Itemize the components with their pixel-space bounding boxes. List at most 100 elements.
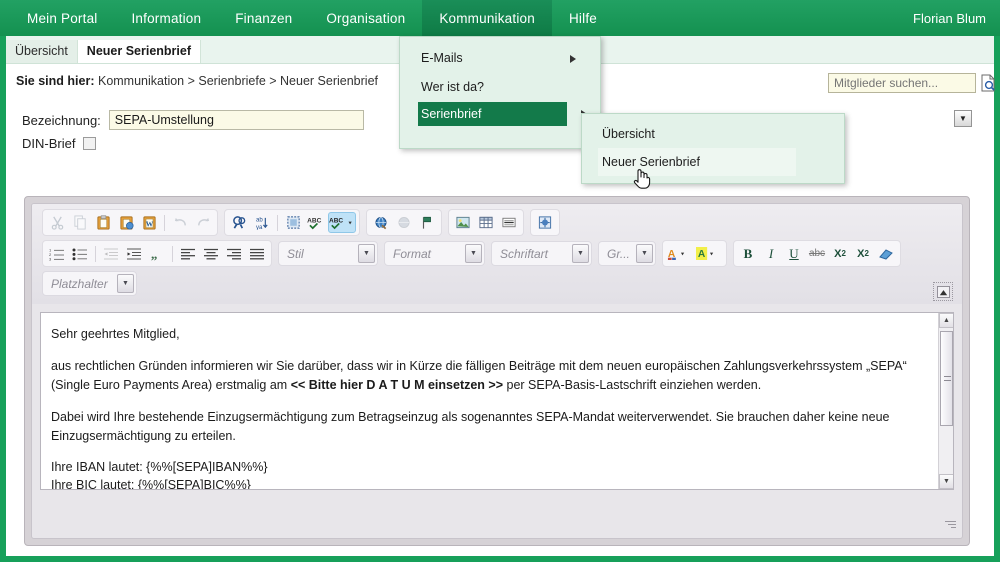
decrease-indent-icon[interactable] — [100, 243, 122, 264]
chevron-down-icon[interactable]: ▼ — [572, 244, 589, 263]
scroll-up-button[interactable]: ▲ — [939, 313, 953, 328]
spellcheck-icon[interactable]: ABC — [328, 212, 356, 233]
search-page-icon[interactable] — [980, 74, 996, 92]
menu-item-e-mails[interactable]: E-Mails — [400, 44, 600, 73]
nav-item-finanzen[interactable]: Finanzen — [218, 0, 309, 36]
align-left-icon[interactable] — [177, 243, 199, 264]
anchor-icon[interactable] — [416, 212, 438, 233]
chevron-down-icon[interactable]: ▼ — [358, 244, 375, 263]
special-character-icon[interactable] — [534, 212, 556, 233]
nav-item-information[interactable]: Information — [114, 0, 218, 36]
placeholder-select[interactable]: Platzhalter ▼ — [42, 271, 137, 296]
remove-format-icon[interactable]: ABC — [305, 212, 327, 233]
underline-icon[interactable]: U — [783, 243, 805, 264]
din-brief-checkbox[interactable] — [83, 137, 97, 150]
align-justify-icon[interactable] — [246, 243, 268, 264]
breadcrumb-path[interactable]: Kommunikation > Serienbriefe > Neuer Ser… — [98, 74, 378, 88]
numbered-list-icon[interactable]: 123 — [46, 243, 68, 264]
format-select[interactable]: Format ▼ — [384, 241, 485, 266]
menu-item-e-mails-label: E-Mails — [421, 51, 463, 65]
intro-date-placeholder: << Bitte hier D A T U M einsetzen >> — [290, 378, 504, 392]
chevron-down-icon[interactable]: ▼ — [117, 274, 134, 293]
tab-neuer-serienbrief[interactable]: Neuer Serienbrief — [77, 40, 202, 63]
chevron-down-icon[interactable]: ▼ — [465, 244, 482, 263]
blockquote-icon[interactable]: „ — [146, 243, 168, 264]
paste-from-word-icon[interactable]: W — [138, 212, 160, 233]
nav-item-kommunikation[interactable]: Kommunikation — [422, 0, 552, 36]
editor-vertical-scrollbar[interactable]: ▲ ▼ — [938, 313, 953, 489]
link-icon[interactable] — [370, 212, 392, 233]
editor-content-area[interactable]: Sehr geehrtes Mitglied, aus rechtlichen … — [40, 312, 954, 490]
document-canvas[interactable]: Sehr geehrtes Mitglied, aus rechtlichen … — [41, 313, 938, 489]
menu-item-wer-ist-da[interactable]: Wer ist da? — [400, 73, 600, 102]
menu-item-serienbrief[interactable]: Serienbrief — [418, 102, 587, 126]
subscript-icon[interactable]: X2 — [829, 243, 851, 264]
find-icon[interactable] — [228, 212, 250, 233]
menu-item-serienbrief-label: Serienbrief — [421, 107, 482, 121]
toolbar-group-colors: A A — [662, 240, 727, 267]
scroll-down-button[interactable]: ▼ — [939, 474, 953, 489]
fontsize-select[interactable]: Gr... ▼ — [598, 241, 656, 266]
unlink-icon[interactable] — [393, 212, 415, 233]
submenu-item-neuer-serienbrief[interactable]: Neuer Serienbrief — [598, 148, 796, 176]
background-color-icon[interactable]: A — [695, 243, 723, 264]
align-right-icon[interactable] — [223, 243, 245, 264]
toolbar-group-editing: ab ya ABC ABC — [224, 209, 360, 236]
submenu-arrow-icon — [570, 54, 576, 63]
style-select-label: Stil — [287, 246, 304, 261]
din-brief-row: DIN-Brief — [22, 136, 97, 151]
serienbrief-submenu: Übersicht Neuer Serienbrief — [581, 113, 845, 184]
paragraph-intro: aus rechtlichen Gründen informieren wir … — [51, 357, 926, 395]
superscript-icon[interactable]: X2 — [852, 243, 874, 264]
svg-text:W: W — [145, 219, 153, 228]
fontname-select[interactable]: Schriftart ▼ — [491, 241, 592, 266]
main-navigation-bar: Mein Portal Information Finanzen Organis… — [0, 0, 1000, 36]
paste-icon[interactable] — [92, 212, 114, 233]
nav-item-mein-portal[interactable]: Mein Portal — [10, 0, 114, 36]
align-center-icon[interactable] — [200, 243, 222, 264]
select-all-icon[interactable] — [282, 212, 304, 233]
remove-styles-icon[interactable] — [875, 243, 897, 264]
maximize-icon[interactable] — [933, 282, 953, 301]
tab-uebersicht[interactable]: Übersicht — [6, 40, 78, 63]
bezeichnung-input[interactable] — [108, 110, 364, 130]
increase-indent-icon[interactable] — [123, 243, 145, 264]
toolbar-row-1: W ab ya ABC ABC — [42, 209, 956, 236]
toolbar-group-links — [366, 209, 442, 236]
bulleted-list-icon[interactable] — [69, 243, 91, 264]
chevron-down-icon[interactable]: ▼ — [636, 244, 653, 263]
paste-plain-text-icon[interactable] — [115, 212, 137, 233]
current-user-label[interactable]: Florian Blum — [899, 0, 1000, 36]
cut-icon[interactable] — [46, 212, 68, 233]
intro-run-3: per SEPA-Basis-Lastschrift einziehen wer… — [503, 378, 762, 392]
submenu-item-uebersicht[interactable]: Übersicht — [582, 120, 844, 148]
nav-item-organisation[interactable]: Organisation — [309, 0, 422, 36]
table-icon[interactable] — [475, 212, 497, 233]
placeholder-line-iban: Ihre IBAN lautet: {%%[SEPA]IBAN%%} — [51, 460, 268, 474]
replace-icon[interactable]: ab ya — [251, 212, 273, 233]
separator — [164, 214, 165, 231]
strikethrough-icon[interactable]: abc — [806, 243, 828, 264]
horizontal-rule-icon[interactable] — [498, 212, 520, 233]
image-icon[interactable] — [452, 212, 474, 233]
paragraph-greeting: Sehr geehrtes Mitglied, — [51, 327, 180, 341]
separator — [172, 245, 173, 262]
copy-icon[interactable] — [69, 212, 91, 233]
search-input[interactable] — [828, 73, 976, 93]
letter-template-dropdown-button[interactable]: ▼ — [954, 110, 972, 127]
scrollbar-thumb[interactable] — [940, 331, 953, 426]
nav-item-hilfe[interactable]: Hilfe — [552, 0, 614, 36]
toolbar-group-special — [530, 209, 560, 236]
bold-icon[interactable]: B — [737, 243, 759, 264]
breadcrumb-prefix: Sie sind hier: — [16, 74, 95, 88]
undo-icon[interactable] — [169, 212, 191, 233]
italic-icon[interactable]: I — [760, 243, 782, 264]
style-select[interactable]: Stil ▼ — [278, 241, 378, 266]
toolbar-row-3: Platzhalter ▼ — [42, 271, 956, 296]
fontsize-select-label: Gr... — [607, 246, 630, 261]
redo-icon[interactable] — [192, 212, 214, 233]
application-window: Mein Portal Information Finanzen Organis… — [0, 0, 1000, 562]
text-color-icon[interactable]: A — [666, 243, 694, 264]
editor-resize-grip[interactable] — [942, 519, 956, 533]
svg-text:3: 3 — [49, 256, 52, 261]
